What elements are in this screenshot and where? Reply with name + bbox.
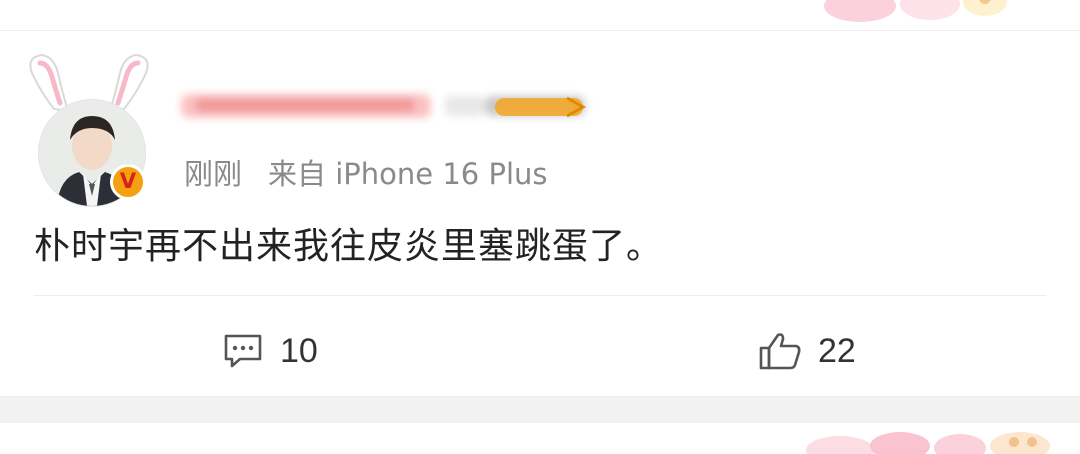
avatar-container[interactable]: V	[24, 51, 154, 211]
thumbs-up-icon	[759, 333, 801, 370]
divider-actions	[34, 295, 1046, 296]
decorative-sticker-bottom	[806, 432, 1050, 454]
post-source: 来自 iPhone 16 Plus	[268, 157, 548, 191]
weibo-post-card: V 刚刚 来自 iPhone 16 Plus 朴时宇再不出来我往皮炎里塞跳蛋了。 …	[0, 31, 1080, 396]
card-separator	[0, 396, 1080, 424]
post-content: 朴时宇再不出来我往皮炎里塞跳蛋了。	[34, 226, 664, 267]
comment-count: 10	[280, 331, 318, 370]
decorative-sticker-top	[824, 0, 1007, 22]
username-redacted[interactable]	[175, 86, 595, 124]
comment-button[interactable]: 10	[222, 331, 318, 371]
like-count: 22	[818, 331, 856, 370]
comment-icon	[224, 334, 262, 368]
like-button[interactable]: 22	[758, 331, 856, 371]
post-meta: 刚刚 来自 iPhone 16 Plus	[184, 151, 548, 193]
verified-badge-icon: V	[110, 164, 146, 200]
post-timestamp: 刚刚	[184, 157, 243, 191]
